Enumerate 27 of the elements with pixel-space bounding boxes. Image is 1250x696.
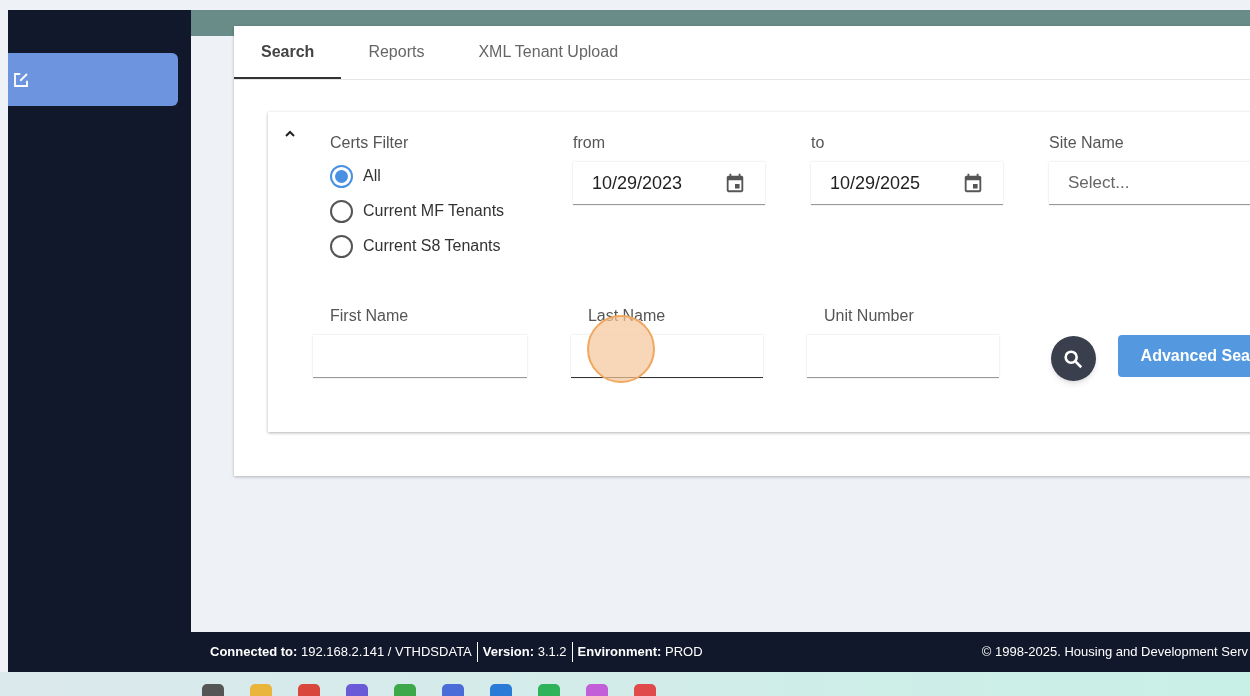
status-text: Connected to: 192.168.2.141 / VTHDSDATA bbox=[210, 643, 472, 662]
field-label: to bbox=[811, 133, 826, 153]
calendar-icon[interactable] bbox=[962, 172, 984, 194]
field-label: from bbox=[573, 133, 606, 153]
tab[interactable]: Reports bbox=[341, 26, 452, 79]
tab[interactable]: XML Tenant Upload bbox=[451, 26, 646, 79]
radio-button[interactable] bbox=[330, 234, 353, 258]
tab[interactable]: Search bbox=[234, 26, 342, 79]
field-label: Certs Filter bbox=[330, 133, 410, 153]
field-label: Site Name bbox=[1049, 133, 1125, 153]
status-text: Environment: PROD bbox=[571, 642, 703, 662]
calendar-icon[interactable] bbox=[724, 172, 746, 194]
radio-option[interactable]: All bbox=[330, 164, 381, 188]
date-field[interactable]: 10/29/2023 bbox=[573, 162, 765, 205]
edit-icon bbox=[12, 70, 30, 89]
radio-button[interactable] bbox=[330, 164, 353, 188]
radio-button[interactable] bbox=[330, 199, 353, 223]
date-field[interactable]: 10/29/2025 bbox=[811, 162, 1003, 205]
search-icon bbox=[1062, 347, 1085, 370]
search-button[interactable] bbox=[1050, 336, 1096, 381]
select-field[interactable]: Select... bbox=[1049, 162, 1250, 205]
field-label: Unit Number bbox=[822, 306, 915, 326]
radio-option[interactable]: Current S8 Tenants bbox=[330, 234, 501, 258]
field-label: First Name bbox=[329, 306, 410, 326]
status-text: Version: 3.1.2 bbox=[476, 642, 567, 662]
copyright-text: © 1998-2025. Housing and Development Serv bbox=[981, 643, 1248, 662]
radio-option[interactable]: Current MF Tenants bbox=[330, 199, 505, 223]
